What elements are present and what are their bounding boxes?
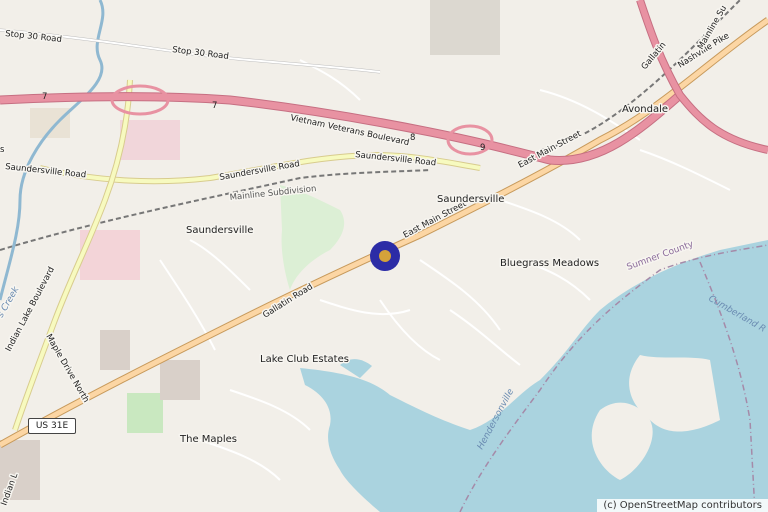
railway-line [0,169,431,251]
place-saundersville: Saundersville [437,194,504,205]
route-7-b: 7 [212,101,217,111]
us-31e-shield: US 31E [28,418,76,434]
motorway-north [636,0,768,154]
place-bluegrass-meadows: Bluegrass Meadows [500,258,599,269]
road-label-gallatin-road: Gallatin Road [261,282,315,321]
road-label-stop30-left: Stop 30 Road [5,29,63,45]
road-label-maple-drive: Maple Drive North [43,333,90,405]
place-lake-club-estates: Lake Club Estates [260,354,349,365]
road-label-saundersville-left: Saundersville Road [5,162,87,180]
location-marker[interactable] [370,241,400,271]
road-label-saundersville-mid: Saundersville Road [219,159,301,183]
place-the-maples: The Maples [179,434,237,445]
road-label-stop30-mid: Stop 30 Road [172,45,230,62]
map-attribution[interactable]: (c) OpenStreetMap contributors [597,499,768,512]
partial-label-s: s [0,145,5,155]
location-marker-center [379,250,391,262]
place-avondale: Avondale [622,104,668,115]
lake-water [300,240,768,512]
place-scottish-highlands: Saundersville [186,225,253,236]
route-8: 8 [410,133,415,143]
route-9: 9 [480,143,485,153]
map-canvas[interactable]: Stop 30 Road Stop 30 Road Vietnam Vetera… [0,0,768,512]
route-7-a: 7 [42,92,47,102]
